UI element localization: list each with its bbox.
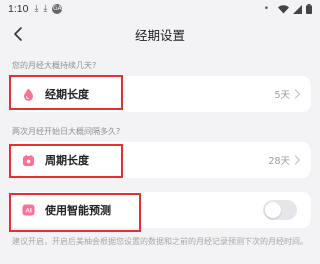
smart-prediction-toggle[interactable] [263,200,297,220]
calendar-icon [21,153,35,167]
download-icon: ⤓ [34,3,39,14]
dot-icon: • [263,3,269,14]
smart-prediction-row: AI 使用智能预测 [9,192,311,228]
wifi-icon [278,4,289,13]
cycle-length-label: 周期长度 [45,154,89,167]
status-time: 1:10 [8,3,29,15]
prediction-footnote: 建议开启，开启后美柚会根据您设置的数据和之前的月经记录预测下次的月经时间。 [12,237,308,246]
ai-icon: AI [21,203,35,217]
back-arrow-icon[interactable] [10,25,28,43]
period-length-question: 您的月经大概持续几天? [12,61,97,70]
chevron-right-icon [294,155,301,165]
status-bar: 1:10 ⤓ ⤓ GA • [0,0,320,18]
page-title: 经期设置 [134,27,185,43]
status-right-icons: • [264,4,312,14]
cycle-length-value: 28天 [268,156,290,167]
toggle-knob [265,202,281,218]
period-length-row[interactable]: 经期长度 5天 [9,76,311,112]
period-length-label: 经期长度 [45,88,89,101]
download-icon: ⤓ [43,3,48,14]
smart-prediction-label: 使用智能预测 [45,204,111,217]
drop-icon [21,87,35,101]
chevron-right-icon [294,89,301,99]
signal-icon [293,4,302,14]
battery-icon [306,4,312,14]
cycle-length-question: 两次月经开始日大概间隔多久? [12,127,121,136]
period-length-value: 5天 [274,90,290,101]
svg-text:AI: AI [25,208,32,215]
cycle-length-row[interactable]: 周期长度 28天 [9,142,311,178]
nav-bar: 经期设置 [0,20,320,48]
app-badge-icon: GA [52,4,63,14]
